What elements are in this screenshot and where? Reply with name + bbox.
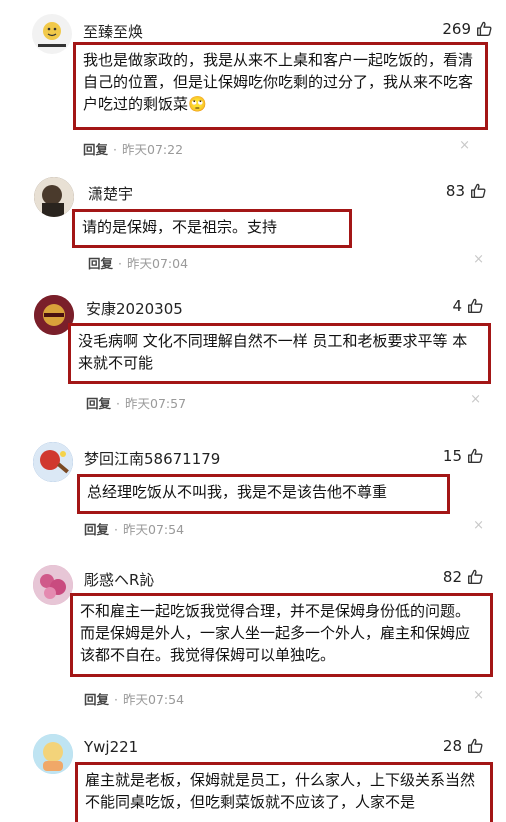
like-count[interactable]: 15 (443, 447, 484, 465)
avatar[interactable] (34, 177, 74, 217)
comment-content: 不和雇主一起吃饭我觉得合理，并不是保姆身份低的问题。而是保姆是外人，一家人坐一起… (70, 593, 493, 677)
like-count[interactable]: 82 (443, 568, 484, 586)
like-count-value: 83 (445, 182, 465, 200)
thumbs-up-icon[interactable] (475, 20, 493, 38)
separator-dot: · (116, 396, 120, 411)
separator-dot: · (118, 256, 122, 271)
avatar-image (33, 442, 73, 482)
close-icon[interactable]: × (473, 252, 484, 267)
username[interactable]: Ywj221 (84, 738, 138, 756)
separator-dot: · (114, 692, 118, 707)
avatar[interactable] (32, 14, 72, 54)
timestamp: 昨天07:22 (122, 142, 184, 157)
comment-meta: 回复 · 昨天07:54 (84, 519, 184, 538)
comment-meta: 回复 · 昨天07:22 (83, 139, 183, 158)
like-count-value: 269 (442, 20, 471, 38)
comment-content: 总经理吃饭从不叫我，我是不是该告他不尊重 (77, 474, 450, 514)
reply-button[interactable]: 回复 (84, 522, 109, 537)
comment-meta: 回复 · 昨天07:04 (88, 253, 188, 272)
like-count-value: 82 (442, 568, 462, 586)
timestamp: 昨天07:57 (125, 396, 187, 411)
reply-button[interactable]: 回复 (83, 142, 108, 157)
comment-content: 雇主就是老板，保姆就是员工，什么家人，上下级关系当然不能同桌吃饭，但吃剩菜饭就不… (75, 762, 493, 822)
thumbs-up-icon[interactable] (469, 182, 487, 200)
comment-content: 没毛病啊 文化不同理解自然不一样 员工和老板要求平等 本来就不可能 (68, 323, 491, 384)
close-icon[interactable]: × (473, 688, 484, 703)
avatar[interactable] (33, 734, 73, 774)
avatar-image (33, 734, 73, 774)
close-icon[interactable]: × (459, 138, 470, 153)
like-count-value: 15 (442, 447, 462, 465)
thumbs-up-icon[interactable] (466, 447, 484, 465)
like-count[interactable]: 269 (442, 20, 493, 38)
username[interactable]: 梦回江南58671179 (84, 448, 220, 469)
like-count[interactable]: 4 (452, 297, 484, 315)
username[interactable]: 安康2020305 (86, 298, 183, 319)
like-count-value: 4 (452, 297, 462, 315)
avatar[interactable] (33, 565, 73, 605)
timestamp: 昨天07:54 (123, 692, 185, 707)
separator-dot: · (114, 522, 118, 537)
avatar[interactable] (33, 442, 73, 482)
comment-meta: 回复 · 昨天07:57 (86, 393, 186, 412)
timestamp: 昨天07:04 (127, 256, 189, 271)
like-count-value: 28 (442, 737, 462, 755)
comment-content: 请的是保姆，不是祖宗。支持 (72, 209, 352, 248)
like-count[interactable]: 28 (443, 737, 484, 755)
avatar-image (34, 177, 74, 217)
username[interactable]: 至臻至焕 (83, 21, 143, 42)
reply-button[interactable]: 回复 (84, 692, 109, 707)
separator-dot: · (113, 142, 117, 157)
username[interactable]: 潇楚宇 (88, 183, 133, 204)
thumbs-up-icon[interactable] (466, 737, 484, 755)
comment-content: 我也是做家政的，我是从来不上桌和客户一起吃饭的，看清自己的位置，但是让保姆吃你吃… (73, 42, 488, 130)
username[interactable]: 彫惑ヘR訫 (84, 569, 154, 590)
close-icon[interactable]: × (470, 392, 481, 407)
thumbs-up-icon[interactable] (466, 568, 484, 586)
avatar-image (33, 565, 73, 605)
timestamp: 昨天07:54 (123, 522, 185, 537)
thumbs-up-icon[interactable] (466, 297, 484, 315)
comment-meta: 回复 · 昨天07:54 (84, 689, 184, 708)
close-icon[interactable]: × (473, 518, 484, 533)
reply-button[interactable]: 回复 (88, 256, 113, 271)
like-count[interactable]: 83 (446, 182, 487, 200)
avatar-image (38, 22, 66, 47)
reply-button[interactable]: 回复 (86, 396, 111, 411)
